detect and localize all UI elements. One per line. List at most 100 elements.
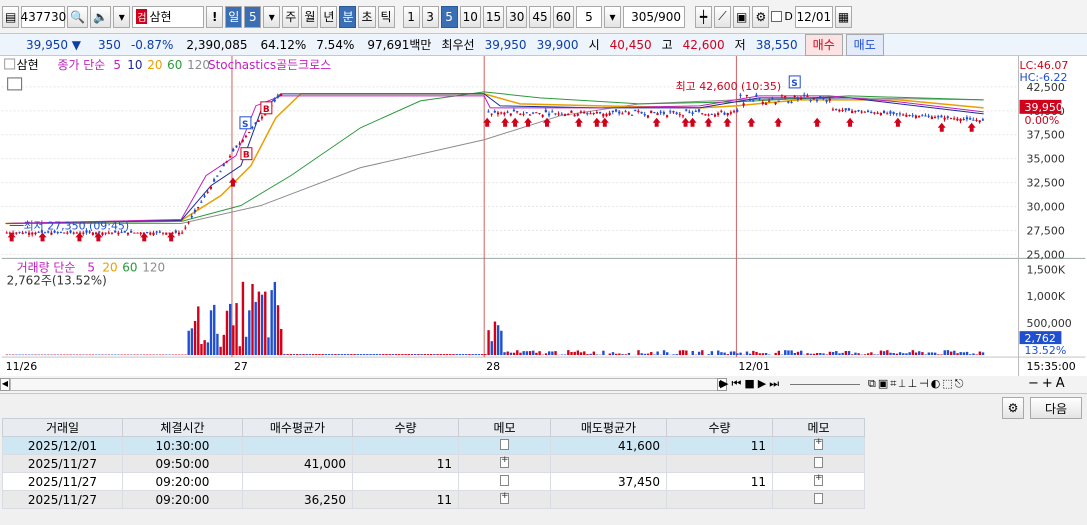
candle-type-icon[interactable]: ┿ [694, 5, 712, 28]
period-second[interactable]: 초 [358, 5, 376, 28]
zoom-controls[interactable]: −+A [1028, 376, 1068, 391]
alert-icon[interactable]: ! [206, 5, 224, 28]
col-sell-qty: 수량 [666, 418, 773, 437]
candle [222, 164, 225, 167]
period-year[interactable]: 년 [320, 5, 338, 28]
minute-5[interactable]: 5 [440, 5, 458, 28]
sound-icon[interactable]: 🔈 [90, 5, 112, 28]
volume-bar [831, 351, 835, 356]
bar-count-field[interactable]: 305 /900 [622, 5, 685, 28]
candle [260, 116, 264, 119]
cell-sell-memo[interactable] [772, 472, 865, 491]
layout-icon[interactable]: ▤ [2, 5, 20, 28]
volume-bar [385, 354, 388, 356]
interval-dropdown-icon[interactable]: ▾ [263, 5, 281, 28]
candle [943, 117, 946, 120]
bar-count-total: /900 [654, 9, 681, 24]
sell-button[interactable]: 매도 [845, 33, 884, 56]
cell-buy-memo[interactable] [458, 454, 551, 473]
candle [666, 115, 669, 118]
candle [806, 95, 809, 97]
chart-scrollbar[interactable] [10, 378, 719, 391]
dropdown-icon[interactable]: ▾ [113, 5, 131, 28]
minute-15[interactable]: 15 [482, 5, 505, 28]
minute-30[interactable]: 30 [506, 5, 528, 28]
period-minute[interactable]: 분 [339, 5, 357, 28]
date-field[interactable]: 12/01 [794, 5, 833, 28]
volume-bar [793, 352, 797, 356]
candle [828, 98, 831, 101]
interval-num-button[interactable]: 5 [244, 5, 262, 28]
zoom-slider[interactable] [790, 384, 860, 385]
candle [675, 112, 678, 114]
candle [238, 143, 241, 145]
volume-bar [595, 354, 599, 356]
volume-bar [563, 354, 567, 356]
minute-10[interactable]: 10 [459, 5, 481, 28]
candle [586, 112, 589, 115]
period-tick[interactable]: 틱 [377, 5, 395, 28]
memo-add-icon[interactable] [500, 491, 509, 504]
buy-button[interactable]: 매수 [804, 33, 843, 56]
memo-icon[interactable] [814, 456, 823, 468]
gear-icon[interactable]: ⚙ [752, 5, 770, 28]
cell-buy-memo[interactable] [458, 490, 551, 509]
memo-icon[interactable] [500, 474, 509, 486]
memo-icon[interactable] [500, 438, 509, 450]
date-checkbox[interactable] [771, 11, 783, 22]
minute-60[interactable]: 60 [552, 5, 574, 28]
minute-45[interactable]: 45 [529, 5, 551, 28]
grid-settings-icon[interactable]: ⚙ [1002, 397, 1024, 419]
volume-bar [232, 325, 235, 356]
cell-sell-memo[interactable] [772, 490, 865, 509]
cell-buy-memo[interactable] [458, 436, 551, 455]
memo-add-icon[interactable] [814, 473, 823, 486]
volume-bar [410, 354, 414, 356]
tool-icons[interactable]: ⧉▣⌗⟂⊥⊣◐⬚⎋ [868, 377, 965, 391]
grid-table-icon[interactable] [7, 77, 23, 91]
calendar-icon[interactable]: ▦ [834, 5, 853, 28]
memo-icon[interactable] [814, 492, 823, 504]
volume-bar [784, 350, 787, 356]
cell-sell-memo[interactable] [772, 454, 865, 473]
table-row[interactable]: 2025/11/27 09:50:00 41,000 11 [2, 454, 865, 473]
low-annotation: 최저 27,350 (09:45) [24, 219, 130, 232]
volume-bar [583, 351, 586, 356]
cell-sell-memo[interactable] [772, 436, 865, 455]
search-icon[interactable]: 🔍 [67, 5, 89, 28]
scroll-left-icon[interactable]: ◀ [0, 378, 10, 391]
period-month[interactable]: 월 [301, 5, 319, 28]
cell-buy-qty [352, 472, 459, 491]
grid-toolbar: ⚙ 다음 [0, 394, 1087, 419]
cell-buy-memo[interactable] [458, 472, 551, 491]
volume-bar [841, 352, 844, 356]
cell-sell-avg: 37,450 [550, 472, 667, 491]
candle [21, 232, 24, 234]
candle [643, 114, 646, 116]
memo-add-icon[interactable] [814, 437, 823, 450]
draw-tool-icon[interactable]: ⟋ [713, 5, 731, 28]
stock-code-input[interactable]: 437730 [20, 5, 66, 28]
price-chart[interactable]: S B B S 최저 27,350 (09:45) 최고 42,600 (10:… [0, 56, 1087, 378]
volume-bar [570, 351, 573, 356]
playback-controls[interactable]: ▶⏮■▶⏭ [720, 377, 782, 391]
memo-add-icon[interactable] [500, 455, 509, 468]
interval-day-button[interactable]: 일 [225, 5, 243, 28]
table-row[interactable]: 2025/12/01 10:30:00 41,600 11 [2, 436, 865, 455]
combo-dropdown-icon[interactable]: ▾ [603, 5, 621, 28]
minute-combo[interactable]: 5 [575, 5, 602, 28]
next-button[interactable]: 다음 [1030, 397, 1082, 419]
minute-1[interactable]: 1 [402, 5, 420, 28]
period-week[interactable]: 주 [282, 5, 300, 28]
candle [895, 113, 898, 115]
table-row[interactable]: 2025/11/27 09:20:00 36,250 11 [2, 490, 865, 509]
minute-3[interactable]: 3 [421, 5, 439, 28]
candle [780, 95, 784, 97]
stock-name-field[interactable]: 검 삼현 [132, 5, 205, 28]
candle [866, 110, 870, 112]
volume-bar [965, 351, 969, 356]
save-icon[interactable]: ▣ [732, 5, 751, 28]
candle [152, 232, 155, 235]
volume-bar [209, 310, 213, 356]
table-row[interactable]: 2025/11/27 09:20:00 37,450 11 [2, 472, 865, 491]
